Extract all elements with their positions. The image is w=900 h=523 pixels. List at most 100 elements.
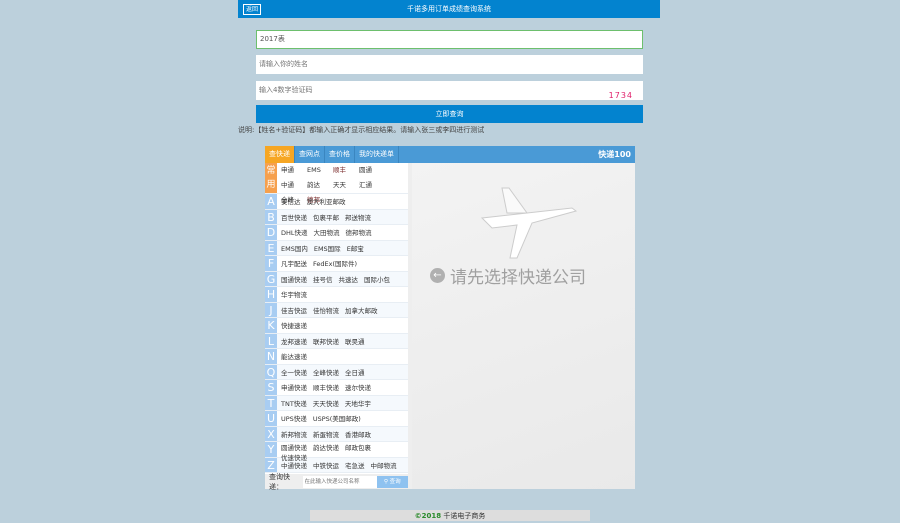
company-link[interactable]: 澳大利亚邮政: [307, 196, 346, 206]
company-link[interactable]: 挂号信: [313, 274, 333, 284]
letter-row: K 快捷速递: [265, 318, 408, 334]
company-link[interactable]: 邦送物流: [345, 212, 371, 222]
captcha-image[interactable]: 1734: [609, 86, 633, 105]
company-link[interactable]: 香港邮政: [345, 429, 371, 439]
company-link[interactable]: EMS国际: [314, 243, 341, 253]
company-link[interactable]: FedEx(国际件): [313, 258, 357, 268]
letter-row: L 龙邦速递 联邦快递 联昊通: [265, 333, 408, 349]
company-link[interactable]: 申通快递: [281, 382, 307, 392]
letter-row: H 华宇物流: [265, 287, 408, 303]
company-link[interactable]: 全峰快递: [313, 367, 339, 377]
company-link[interactable]: 汇通: [359, 178, 378, 193]
company-link[interactable]: 圆通快递: [281, 442, 307, 452]
company-link[interactable]: 邮政包裹: [345, 442, 371, 452]
company-link[interactable]: 韵达快递: [313, 442, 339, 452]
select-prompt: ← 请先选择快递公司: [430, 263, 586, 288]
company-link[interactable]: 加拿大邮政: [345, 305, 378, 315]
page-title: 千诺多用订单成绩查询系统: [407, 5, 491, 13]
submit-button[interactable]: 立即查询: [256, 105, 643, 123]
back-button[interactable]: 返回: [243, 4, 262, 15]
express-widget: 查快递 查网点 查价格 我的快递单 快递100 常用 申通 EMS 顺丰 圆通 中通 韵达…: [265, 146, 635, 491]
company-link[interactable]: 申通: [281, 163, 300, 178]
company-link[interactable]: 新邦物流: [281, 429, 307, 439]
company-link[interactable]: 顺丰快递: [313, 382, 339, 392]
company-link[interactable]: 包裹平邮: [313, 212, 339, 222]
company-link[interactable]: 佳吉快运: [281, 305, 307, 315]
letter-label: Z: [265, 457, 277, 472]
company-link[interactable]: 全一快递: [281, 367, 307, 377]
company-search: 查询快递： ⚲ 查询: [265, 473, 408, 491]
letter-label: G: [265, 271, 277, 286]
company-link[interactable]: 共速达: [339, 274, 359, 284]
company-link[interactable]: 韵达: [307, 178, 326, 193]
company-link[interactable]: EMS: [307, 163, 326, 178]
common-row: 常用 申通 EMS 顺丰 圆通 中通 韵达 天天 汇通 全峰 德邦: [265, 163, 408, 204]
letter-row: E EMS国内 EMS国际 E邮宝: [265, 240, 408, 256]
tab-my-orders[interactable]: 我的快递单: [355, 146, 399, 163]
letter-label: N: [265, 349, 277, 364]
company-link[interactable]: E邮宝: [347, 243, 364, 253]
company-link[interactable]: UPS快递: [281, 413, 307, 423]
company-link[interactable]: 中通: [281, 178, 300, 193]
company-link[interactable]: 中邮物流: [371, 460, 397, 470]
company-search-input[interactable]: [302, 475, 377, 488]
company-link[interactable]: 佳怡物流: [313, 305, 339, 315]
company-link[interactable]: TNT快递: [281, 398, 307, 408]
airplane-image: [480, 187, 578, 259]
tab-price[interactable]: 查价格: [325, 146, 355, 163]
company-link[interactable]: 圆通: [359, 163, 378, 178]
letter-row: N 能达速递: [265, 349, 408, 365]
year-input[interactable]: [256, 30, 643, 49]
letter-label: K: [265, 318, 277, 333]
search-button[interactable]: ⚲ 查询: [376, 475, 408, 488]
company-link[interactable]: 快捷速递: [281, 320, 307, 330]
company-link[interactable]: 宅急送: [345, 460, 365, 470]
captcha-input[interactable]: [256, 81, 586, 100]
company-link[interactable]: 龙邦速递: [281, 336, 307, 346]
company-link[interactable]: 新蛋物流: [313, 429, 339, 439]
company-link[interactable]: 天地华宇: [345, 398, 371, 408]
letter-label: Y: [265, 442, 277, 457]
tab-outlets[interactable]: 查网点: [295, 146, 325, 163]
letter-label: D: [265, 225, 277, 240]
tab-track[interactable]: 查快递: [265, 146, 295, 163]
company-link[interactable]: 凡宇配送: [281, 258, 307, 268]
company-link[interactable]: 全日通: [345, 367, 365, 377]
company-link[interactable]: 速尔快递: [345, 382, 371, 392]
company-link[interactable]: 天天: [333, 178, 352, 193]
company-link[interactable]: 顺丰: [333, 163, 352, 178]
company-link[interactable]: EMS国内: [281, 243, 308, 253]
company-link[interactable]: 德邦物流: [346, 227, 372, 237]
company-link[interactable]: 中通快递: [281, 460, 307, 470]
letter-label: B: [265, 209, 277, 224]
letter-row: U UPS快递 USPS(美国邮政): [265, 411, 408, 427]
company-link[interactable]: DHL快递: [281, 227, 308, 237]
letter-label: F: [265, 256, 277, 271]
company-link[interactable]: 大田物流: [314, 227, 340, 237]
letter-row: S 申通快递 顺丰快递 速尔快递: [265, 380, 408, 396]
company-link[interactable]: USPS(美国邮政): [313, 413, 361, 423]
company-link[interactable]: 国际小包: [364, 274, 390, 284]
company-link[interactable]: 联邦快递: [313, 336, 339, 346]
company-link[interactable]: 百世快递: [281, 212, 307, 222]
company-link[interactable]: 国通快递: [281, 274, 307, 284]
name-input[interactable]: [256, 55, 643, 74]
company-link[interactable]: 能达速递: [281, 351, 307, 361]
letter-row: B 百世快递 包裹平邮 邦送物流: [265, 209, 408, 225]
letter-label: J: [265, 302, 277, 317]
company-link[interactable]: 天天快递: [313, 398, 339, 408]
letter-row: Y 圆通快递 韵达快递 邮政包裹 优速快递: [265, 442, 408, 462]
letter-label: S: [265, 380, 277, 395]
letter-label: U: [265, 411, 277, 426]
company-link[interactable]: 安信达: [281, 196, 301, 206]
company-link[interactable]: 华宇物流: [281, 289, 307, 299]
letter-row: Q 全一快递 全峰快递 全日通: [265, 364, 408, 380]
result-panel: ← 请先选择快递公司: [412, 163, 635, 489]
kuaidi100-logo: 快递100: [598, 150, 631, 159]
letter-label: X: [265, 426, 277, 441]
common-label: 常用: [265, 163, 277, 193]
company-link[interactable]: 联昊通: [345, 336, 365, 346]
company-link[interactable]: 中铁快运: [313, 460, 339, 470]
arrow-left-icon: ←: [430, 268, 445, 283]
letter-label: E: [265, 240, 277, 255]
